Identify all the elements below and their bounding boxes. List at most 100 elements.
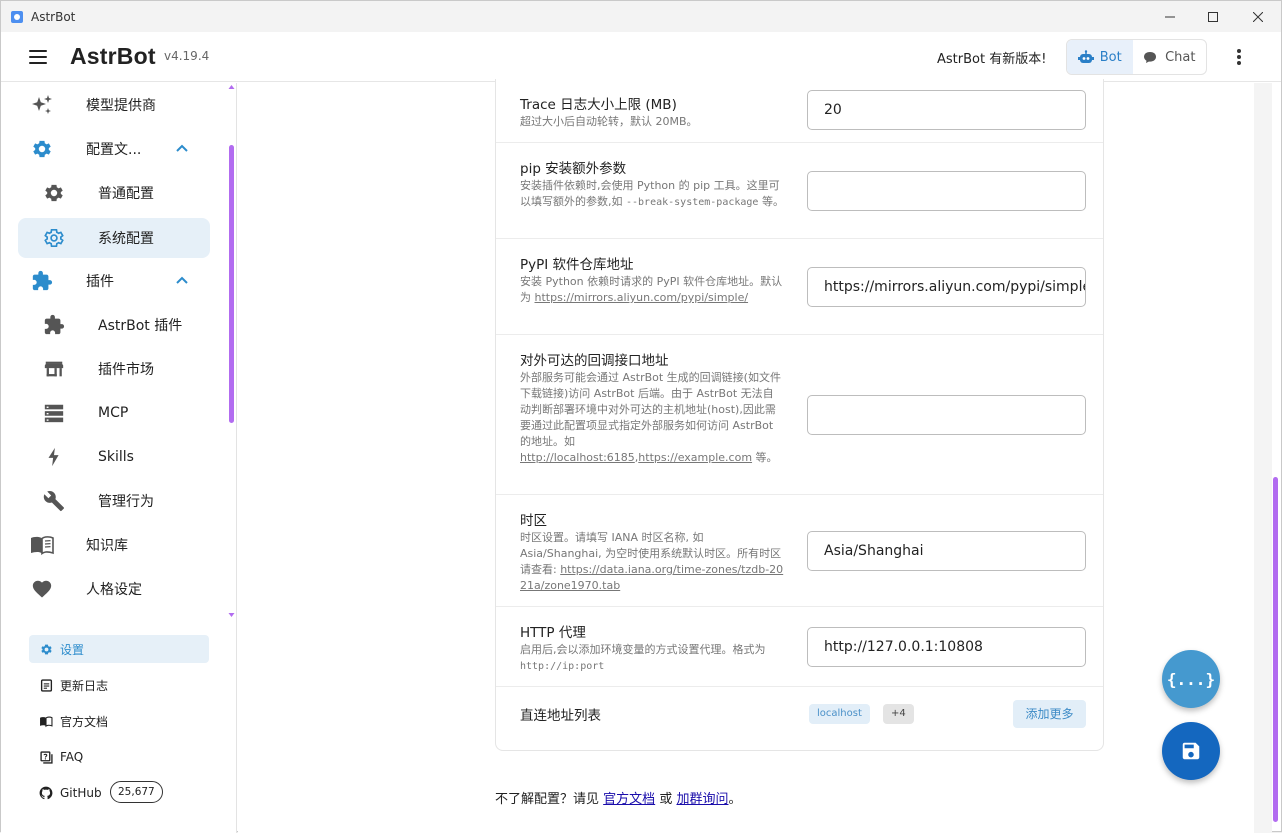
bot-icon (1078, 50, 1094, 64)
bot-mode-button[interactable]: Bot (1067, 40, 1133, 74)
changelog-icon (39, 678, 53, 692)
store-icon (42, 357, 66, 381)
chat-mode-button[interactable]: Chat (1133, 40, 1206, 74)
example-com-link[interactable]: https://example.com (638, 451, 752, 464)
sidebar-scroll-thumb[interactable] (229, 145, 234, 423)
sidebar-item-system-config[interactable]: 系统配置 (18, 218, 210, 258)
help-footer: 不了解配置？请见 官方文档 或 加群询问。 (495, 788, 742, 807)
server-icon (42, 401, 66, 425)
sidebar-item-knowledge-base[interactable]: 知识库 (18, 525, 210, 565)
lightning-icon (42, 445, 66, 469)
trace-log-size-input[interactable]: 20 (807, 90, 1086, 130)
json-editor-button[interactable]: {...} (1162, 650, 1220, 708)
official-docs-link[interactable]: 官方文档 (603, 792, 655, 807)
brand-logo: AstrBot (70, 43, 156, 70)
docs-link[interactable]: 官方文档 (29, 707, 209, 735)
localhost-example-link[interactable]: http://localhost:6185 (520, 451, 635, 464)
heart-icon (30, 577, 54, 601)
gear-icon (42, 181, 66, 205)
sidebar-item-manage-behavior[interactable]: 管理行为 (18, 481, 210, 521)
more-vert-icon[interactable] (1237, 49, 1241, 65)
right-gutter (1254, 83, 1272, 833)
timezone-input[interactable]: Asia/Shanghai (807, 531, 1086, 571)
sidebar-group-config[interactable]: 配置文... (18, 129, 210, 169)
sidebar-item-label: 模型提供商 (86, 95, 156, 115)
pypi-index-input[interactable]: https://mirrors.aliyun.com/pypi/simple/ (807, 267, 1086, 307)
braces-icon: {...} (1167, 670, 1215, 689)
setting-description: 安装插件依赖时,会使用 Python 的 pip 工具。这里可以填写额外的参数,… (520, 178, 784, 211)
sidebar-item-model-providers[interactable]: 模型提供商 (18, 85, 210, 125)
iana-timezones-link[interactable]: https://data.iana.org/time-zones/tzdb-20… (520, 563, 783, 592)
callback-url-input[interactable] (807, 395, 1086, 435)
system-config-card: Trace 日志大小上限 (MB) 超过大小后自动轮转，默认 20MB。 20 … (495, 79, 1104, 751)
puzzle-icon (42, 313, 66, 337)
app-window: AstrBot AstrBot v4.19.4 AstrBot 有新版本! (0, 0, 1282, 832)
sidebar-group-plugins[interactable]: 插件 (18, 261, 210, 301)
sidebar-item-general-config[interactable]: 普通配置 (18, 173, 210, 213)
add-more-button[interactable]: 添加更多 (1013, 700, 1086, 728)
wrench-icon (42, 489, 66, 513)
bot-mode-label: Bot (1100, 50, 1122, 65)
sidebar-item-astrbot-plugins[interactable]: AstrBot 插件 (18, 305, 210, 345)
sidebar-item-label: 普通配置 (98, 183, 154, 203)
changelog-label: 更新日志 (60, 677, 108, 694)
no-proxy-chip[interactable]: localhost (809, 704, 870, 724)
setting-description: 外部服务可能会通过 AstrBot 生成的回调链接(如文件下载链接)访问 Ast… (520, 370, 784, 466)
sidebar-item-skills[interactable]: Skills (18, 437, 210, 477)
changelog-link[interactable]: 更新日志 (29, 671, 209, 699)
app-icon (11, 11, 23, 23)
scroll-up-arrow-icon[interactable] (228, 84, 235, 90)
sidebar-item-mcp[interactable]: MCP (18, 393, 210, 433)
chevron-up-icon[interactable] (174, 273, 190, 289)
main-content: Trace 日志大小上限 (MB) 超过大小后自动轮转，默认 20MB。 20 … (238, 83, 1254, 833)
setting-row-http-proxy: HTTP 代理 启用后,会以添加环境变量的方式设置代理。格式为 http://i… (496, 607, 1103, 687)
window-titlebar: AstrBot (1, 1, 1281, 32)
setting-title: 时区 (520, 509, 547, 529)
pypi-default-link[interactable]: https://mirrors.aliyun.com/pypi/simple/ (535, 291, 749, 304)
faq-link[interactable]: FAQ (29, 743, 209, 771)
setting-description: 时区设置。请填写 IANA 时区名称, 如 Asia/Shanghai, 为空时… (520, 530, 784, 594)
sidebar-item-plugin-market[interactable]: 插件市场 (18, 349, 210, 389)
sidebar-item-label: 插件市场 (98, 359, 154, 379)
version-label: v4.19.4 (164, 49, 209, 63)
setting-description: 超过大小后自动轮转，默认 20MB。 (520, 114, 784, 130)
chat-mode-label: Chat (1165, 50, 1195, 65)
github-link[interactable]: GitHub 25,677 (29, 779, 209, 807)
chat-bubble-icon (1143, 51, 1157, 64)
pip-args-input[interactable] (807, 171, 1086, 211)
setting-row-trace-log-size: Trace 日志大小上限 (MB) 超过大小后自动轮转，默认 20MB。 20 (496, 79, 1103, 143)
sidebar-item-label: 配置文... (86, 139, 141, 159)
sidebar-item-label: 管理行为 (98, 491, 154, 511)
hamburger-menu-icon[interactable] (27, 46, 49, 68)
setting-row-no-proxy-list: 直连地址列表 localhost +4 添加更多 (496, 687, 1103, 745)
setting-row-timezone: 时区 时区设置。请填写 IANA 时区名称, 如 Asia/Shanghai, … (496, 495, 1103, 607)
window-title: AstrBot (31, 10, 75, 24)
http-proxy-input[interactable]: http://127.0.0.1:10808 (807, 627, 1086, 667)
join-group-link[interactable]: 加群询问 (676, 792, 728, 807)
main-scroll-thumb[interactable] (1273, 477, 1278, 822)
chevron-up-icon[interactable] (174, 141, 190, 157)
sidebar-item-label: AstrBot 插件 (98, 315, 182, 335)
sidebar-item-persona[interactable]: 人格设定 (18, 569, 210, 609)
maximize-icon[interactable] (1190, 1, 1236, 32)
setting-title: Trace 日志大小上限 (MB) (520, 93, 677, 113)
no-proxy-more-chip[interactable]: +4 (883, 704, 914, 724)
setting-title: 对外可达的回调接口地址 (520, 349, 669, 369)
setting-description: 安装 Python 依赖时请求的 PyPI 软件仓库地址。默认为 https:/… (520, 274, 784, 306)
faq-icon (39, 750, 53, 764)
sidebar-item-label: 插件 (86, 271, 114, 291)
save-button[interactable] (1162, 722, 1220, 780)
book-icon (30, 533, 54, 557)
update-notice[interactable]: AstrBot 有新版本! (937, 48, 1046, 67)
setting-row-callback-url: 对外可达的回调接口地址 外部服务可能会通过 AstrBot 生成的回调链接(如文… (496, 335, 1103, 495)
setting-title: pip 安装额外参数 (520, 157, 626, 177)
scroll-down-arrow-icon[interactable] (228, 612, 235, 618)
setting-row-pypi-index: PyPI 软件仓库地址 安装 Python 依赖时请求的 PyPI 软件仓库地址… (496, 239, 1103, 335)
sidebar: 模型提供商 配置文... 普通配置 系统配置 (1, 83, 237, 833)
sidebar-item-label: 系统配置 (98, 228, 154, 248)
github-label: GitHub (60, 786, 102, 800)
minimize-icon[interactable] (1147, 1, 1193, 32)
settings-link[interactable]: 设置 (29, 635, 209, 663)
close-icon[interactable] (1235, 1, 1281, 32)
book-icon (39, 714, 53, 728)
